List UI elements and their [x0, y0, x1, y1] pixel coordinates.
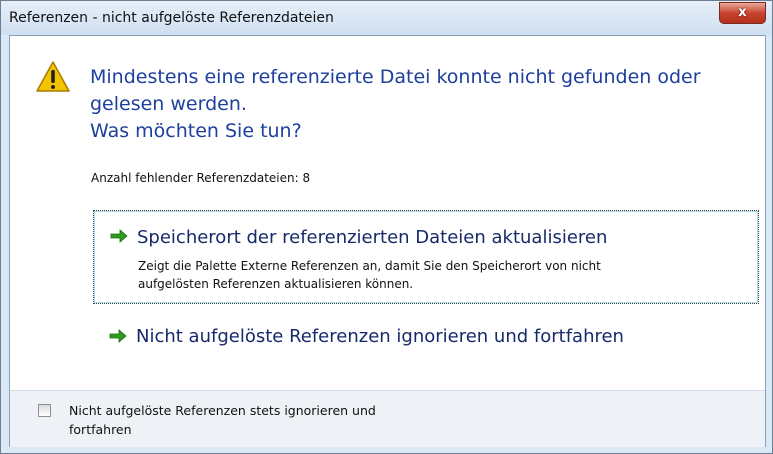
title-bar[interactable]: Referenzen - nicht aufgelöste Referenzda… — [1, 1, 772, 35]
option-description-line-2: aufgelösten Referenzen aktualisieren kön… — [138, 277, 414, 291]
dialog-content: Mindestens eine referenzierte Datei konn… — [9, 35, 766, 447]
option-description-line-1: Zeigt die Palette Externe Referenzen an,… — [138, 259, 601, 273]
message-line-1: Mindestens eine referenzierte Datei konn… — [90, 66, 701, 88]
checkbox-label-line-2: fortfahren — [69, 422, 132, 437]
option-title: Speicherort der referenzierten Dateien a… — [137, 227, 608, 248]
main-instruction: Mindestens eine referenzierte Datei konn… — [90, 64, 730, 145]
close-button[interactable]: x — [719, 2, 766, 24]
arrow-right-icon — [109, 329, 127, 343]
checkbox-label-line-1: Nicht aufgelöste Referenzen stets ignori… — [69, 403, 376, 418]
window-title: Referenzen - nicht aufgelöste Referenzda… — [9, 10, 334, 26]
missing-count-label: Anzahl fehlender Referenzdateien: 8 — [91, 171, 311, 185]
warning-icon — [36, 61, 70, 92]
close-icon: x — [738, 5, 747, 20]
dialog-window: Referenzen - nicht aufgelöste Referenzda… — [0, 0, 773, 454]
arrow-right-icon — [110, 229, 128, 243]
dialog-footer: Nicht aufgelöste Referenzen stets ignori… — [10, 390, 765, 447]
ignore-references-option[interactable]: Nicht aufgelöste Referenzen ignorieren u… — [93, 318, 757, 358]
update-location-option[interactable]: Speicherort der referenzierten Dateien a… — [93, 210, 759, 304]
message-question: Was möchten Sie tun? — [90, 120, 302, 142]
always-ignore-checkbox[interactable] — [38, 404, 51, 417]
message-line-2: gelesen werden. — [90, 93, 247, 115]
checkbox-label[interactable]: Nicht aufgelöste Referenzen stets ignori… — [69, 401, 449, 439]
option-title: Nicht aufgelöste Referenzen ignorieren u… — [136, 326, 624, 347]
option-description: Zeigt die Palette Externe Referenzen an,… — [138, 257, 718, 293]
